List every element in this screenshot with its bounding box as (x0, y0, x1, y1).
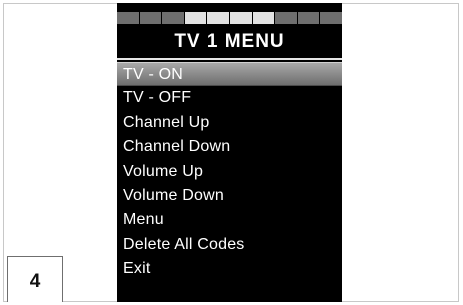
segment-block (252, 12, 275, 24)
segment-block (162, 12, 184, 24)
segment-block (275, 12, 297, 24)
menu-list: TV - ON TV - OFF Channel Up Channel Down Vol… (117, 62, 342, 282)
segment-block (320, 12, 342, 24)
segment-block (184, 12, 207, 24)
menu-item[interactable]: Channel Up (117, 111, 342, 135)
segment-block (207, 12, 229, 24)
menu-item[interactable]: Volume Down (117, 184, 342, 208)
segment-block (139, 12, 162, 24)
menu-item[interactable]: Menu (117, 208, 342, 232)
segment-block (117, 12, 139, 24)
menu-title: TV 1 MENU (174, 31, 285, 52)
menu-item[interactable]: Volume Up (117, 160, 342, 184)
page-number-box: 4 (7, 256, 63, 302)
device-screen: TV 1 MENU TV - ON TV - OFF Channel Up Chann… (117, 3, 342, 302)
menu-item[interactable]: Channel Down (117, 135, 342, 159)
segment-block (297, 12, 320, 24)
menu-item[interactable]: TV - ON (117, 62, 342, 87)
menu-item[interactable]: Exit (117, 257, 342, 281)
menu-item[interactable]: TV - OFF (117, 86, 342, 110)
title-divider (117, 58, 342, 60)
menu-item[interactable]: Delete All Codes (117, 233, 342, 257)
page-number: 4 (29, 271, 41, 292)
segment-block (229, 12, 252, 24)
segment-indicator-bar (117, 12, 342, 24)
